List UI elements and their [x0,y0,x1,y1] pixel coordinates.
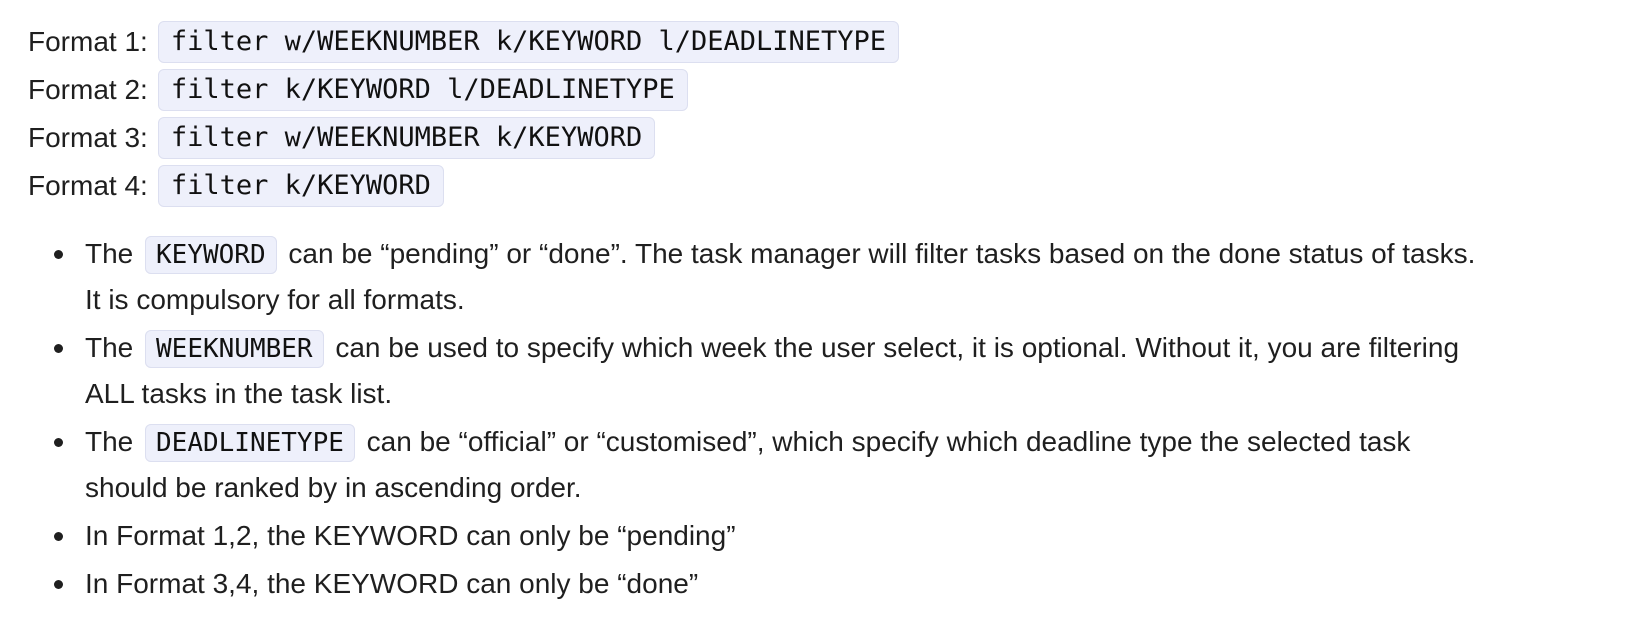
note-weeknumber: The WEEKNUMBER can be used to specify wh… [28,325,1488,417]
document-page: Format 1: filter w/WEEKNUMBER k/KEYWORD … [0,0,1626,644]
format-label: Format 2: [28,74,148,105]
note-prefix: The [85,426,134,457]
format-line-4: Format 4: filter k/KEYWORD [28,162,1626,210]
format-line-1: Format 1: filter w/WEEKNUMBER k/KEYWORD … [28,18,1626,66]
notes-list: The KEYWORD can be “pending” or “done”. … [28,231,1488,607]
note-code: KEYWORD [145,236,277,274]
format-command: filter w/WEEKNUMBER k/KEYWORD [157,117,656,159]
format-command: filter k/KEYWORD l/DEADLINETYPE [157,69,688,111]
format-list: Format 1: filter w/WEEKNUMBER k/KEYWORD … [28,18,1626,210]
format-command: filter k/KEYWORD [157,165,444,207]
note-text: In Format 3,4, the KEYWORD can only be “… [85,568,699,599]
note-text: can be “pending” or “done”. The task man… [85,238,1476,315]
format-label: Format 4: [28,170,148,201]
note-deadlinetype: The DEADLINETYPE can be “official” or “c… [28,419,1488,511]
note-format-1-2: In Format 1,2, the KEYWORD can only be “… [28,513,1488,559]
format-command: filter w/WEEKNUMBER k/KEYWORD l/DEADLINE… [157,21,900,63]
format-line-2: Format 2: filter k/KEYWORD l/DEADLINETYP… [28,66,1626,114]
note-prefix: The [85,332,134,363]
note-prefix: The [85,238,134,269]
format-line-3: Format 3: filter w/WEEKNUMBER k/KEYWORD [28,114,1626,162]
format-label: Format 3: [28,122,148,153]
note-code: DEADLINETYPE [145,424,355,462]
note-keyword: The KEYWORD can be “pending” or “done”. … [28,231,1488,323]
note-format-3-4: In Format 3,4, the KEYWORD can only be “… [28,561,1488,607]
note-code: WEEKNUMBER [145,330,324,368]
format-label: Format 1: [28,26,148,57]
note-text: In Format 1,2, the KEYWORD can only be “… [85,520,736,551]
